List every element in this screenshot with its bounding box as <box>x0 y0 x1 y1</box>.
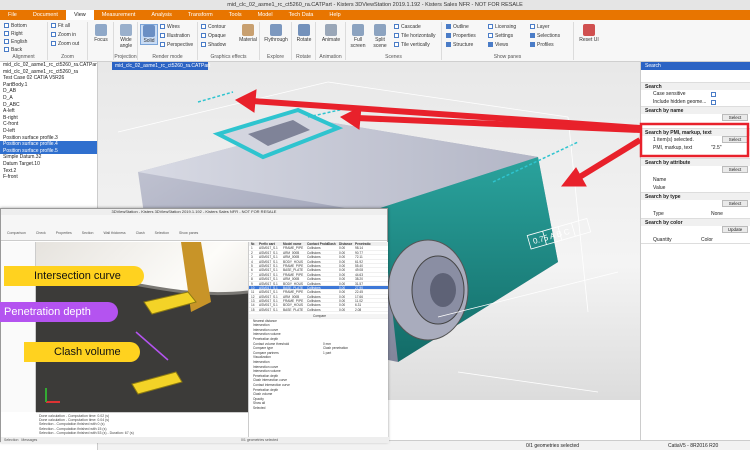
inset-ribbon-clash[interactable]: Clash <box>136 231 145 235</box>
inset-ribbon: Comparison Check Properties Section Wall… <box>1 215 387 241</box>
inset-ribbon-selection[interactable]: Selection <box>155 231 169 235</box>
intersection-curve-callout: Intersection curve <box>4 266 144 286</box>
clash-property-row[interactable]: Selected <box>249 406 388 411</box>
clash-table: 1 ASM017_S.1 FRAME_PIPE Collisions 0.00 98.14… <box>249 246 388 313</box>
clash-table-cell: Collisions <box>307 307 321 312</box>
inset-bottom-tab-selection[interactable]: Selection <box>4 438 18 442</box>
clash-property-value: 0 mm <box>323 341 331 346</box>
log-line: Selection - Computation finished with 53… <box>39 430 134 435</box>
inset-ribbon-comparison[interactable]: Comparison <box>7 231 26 235</box>
clash-properties: Nearest distance Intersection Intersection… <box>249 319 388 411</box>
clash-analysis-window: 3DViewStation - Kisters 3DViewStation 20… <box>0 208 389 443</box>
inset-ribbon-properties[interactable]: Properties <box>56 231 72 235</box>
clash-table-row[interactable]: 15 ASM017_S.1 BASE_PLATE Collisions 0.00 2.08 <box>249 307 388 313</box>
inset-status-text: 0/1 geometries selected <box>241 438 279 442</box>
inset-ribbon-show-panes[interactable]: Show panes <box>179 231 198 235</box>
inset-ribbon-section[interactable]: Section <box>82 231 94 235</box>
red-arrow <box>576 137 642 181</box>
penetration-depth-callout: Penetration depth <box>0 302 118 322</box>
inset-bottom-tab-messages[interactable]: Messages <box>21 438 37 442</box>
red-arrow-head <box>235 89 257 113</box>
inset-ribbon-check[interactable]: Check <box>36 231 46 235</box>
clash-table-cell: 0.00 <box>339 307 346 312</box>
clash-table-cell: 2.08 <box>355 307 362 312</box>
clash-property-value: Clash penetration <box>323 346 348 351</box>
clash-table-cell: 15 <box>251 307 255 312</box>
pmi-search-highlight-box <box>639 122 750 158</box>
inset-status-bar: Selection Messages 0/1 geometries select… <box>1 437 389 443</box>
clash-results-panel: Nr. Prefix part Model name Contact ProbeCla… <box>248 242 388 442</box>
clash-volume-callout: Clash volume <box>24 342 140 362</box>
clash-table-cell: ASM017_S.1 <box>259 307 278 312</box>
clash-table-cell: BASE_PLATE <box>283 307 304 312</box>
clash-property-value: 1 part <box>323 350 332 355</box>
clash-property-label: Selected <box>253 405 266 410</box>
inset-ribbon-wall-thickness[interactable]: Wall thickness <box>103 231 125 235</box>
